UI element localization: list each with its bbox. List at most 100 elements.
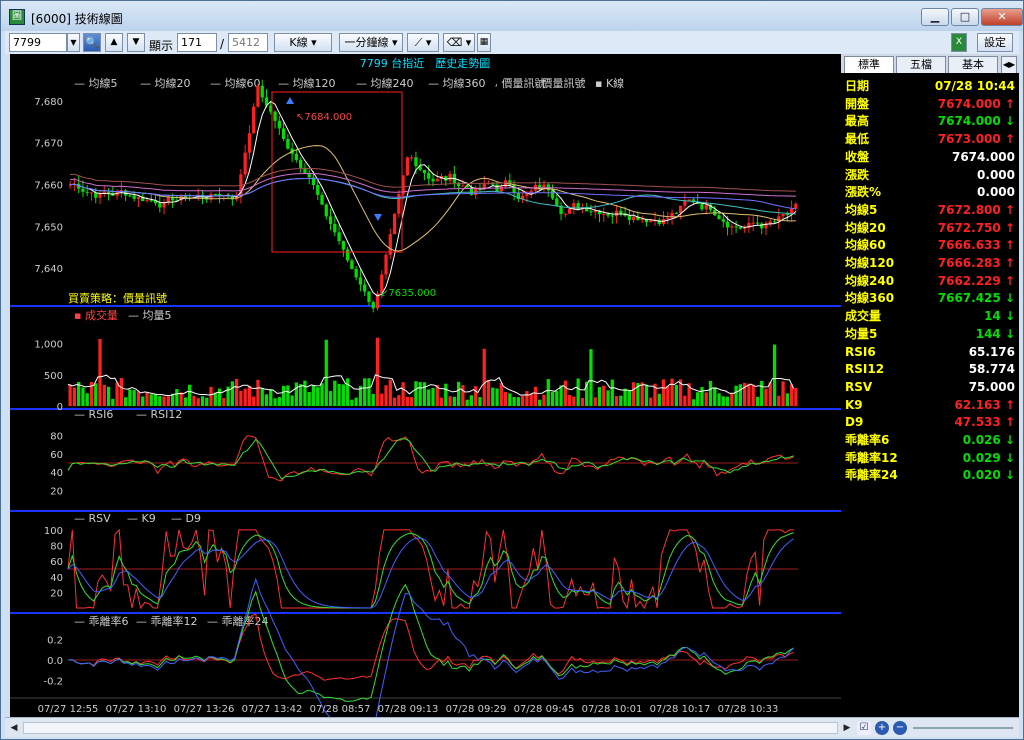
volume-bar bbox=[474, 386, 478, 406]
volume-bar bbox=[751, 384, 755, 406]
candle-body bbox=[794, 203, 798, 209]
chart-app-icon: 圖 bbox=[9, 9, 25, 25]
candle-body bbox=[563, 213, 567, 215]
quote-label: RSV bbox=[845, 379, 873, 394]
title-bar[interactable]: 圖 [6000] 技術線圖 ▁ □ ✕ bbox=[1, 1, 1023, 31]
candle-body bbox=[435, 179, 439, 182]
candle-body bbox=[281, 128, 286, 139]
volume-bar bbox=[418, 382, 422, 406]
volume-bar bbox=[350, 399, 354, 406]
tab-scroll-icon[interactable]: ◀▶ bbox=[1001, 56, 1017, 73]
volume-bar bbox=[666, 385, 670, 406]
candle-body bbox=[606, 213, 610, 216]
arrow-down-button[interactable]: ▼ bbox=[127, 33, 145, 52]
volume-bar bbox=[623, 388, 627, 406]
quote-label: 最低 bbox=[845, 132, 870, 147]
arrow-up-button[interactable]: ▲ bbox=[105, 33, 123, 52]
volume-bar bbox=[230, 381, 234, 406]
candle-body bbox=[410, 157, 414, 159]
draw-line-icon[interactable]: ⟋ ▾ bbox=[407, 33, 439, 52]
quote-label: 均線60 bbox=[845, 238, 886, 253]
eraser-icon[interactable]: ⌫ ▾ bbox=[443, 33, 475, 52]
tab-basic[interactable]: 基本 bbox=[948, 56, 998, 73]
zoom-out-icon[interactable]: − bbox=[893, 721, 907, 735]
volume-bar bbox=[188, 384, 192, 406]
volume-bar bbox=[533, 386, 538, 406]
kline-label: K線 bbox=[289, 36, 308, 49]
volume-bar bbox=[508, 393, 512, 406]
volume-bar bbox=[145, 391, 149, 406]
legend-main-item: ▪ K線 bbox=[595, 76, 624, 90]
display-count-input[interactable]: 171 bbox=[177, 33, 217, 52]
symbol-select[interactable]: 7799 bbox=[9, 33, 67, 52]
zoom-in-icon[interactable]: + bbox=[875, 721, 889, 735]
candle-body bbox=[738, 227, 743, 229]
volume-bar bbox=[252, 396, 256, 406]
volume-bar bbox=[222, 398, 226, 406]
scroll-left-icon[interactable]: ◀ bbox=[7, 720, 21, 736]
volume-bar bbox=[68, 384, 72, 406]
quote-row: K9 62.163 ↑ bbox=[845, 397, 1015, 414]
volume-bar bbox=[755, 396, 760, 406]
maximize-button[interactable]: □ bbox=[951, 8, 979, 26]
quote-label: 均線120 bbox=[845, 256, 895, 270]
candle-body bbox=[576, 203, 580, 210]
volume-bar bbox=[132, 390, 136, 406]
quote-value: 7674.000 bbox=[951, 149, 1015, 164]
volume-bar bbox=[162, 396, 166, 406]
price-tick-label: 7,670 bbox=[34, 139, 63, 150]
candle-body bbox=[632, 216, 636, 221]
minimize-button[interactable]: ▁ bbox=[921, 8, 949, 26]
candle-body bbox=[294, 153, 299, 160]
symbol-dropdown-icon[interactable]: ▼ bbox=[67, 33, 80, 52]
volume-bar bbox=[410, 397, 414, 406]
technical-chart[interactable]: 7799 台指近 歷史走勢圖 — 均線5 — 均線20 — 均線60 — 均線120 — … bbox=[10, 54, 841, 740]
volume-bar bbox=[452, 396, 456, 406]
volume-bar bbox=[149, 394, 153, 406]
chart-area[interactable]: 7799 台指近 歷史走勢圖 — 均線5 — 均線20 — 均線60 — 均線120 — … bbox=[10, 54, 841, 740]
search-icon[interactable]: 🔍 bbox=[83, 33, 101, 52]
volume-bar bbox=[491, 387, 495, 406]
quote-value: 7674.000 ↓ bbox=[937, 114, 1015, 129]
quote-label: 乖離率6 bbox=[845, 433, 890, 447]
close-button[interactable]: ✕ bbox=[981, 8, 1023, 26]
settings-button[interactable]: 設定 bbox=[977, 33, 1013, 52]
volume-bar bbox=[674, 384, 678, 406]
time-tick-label: 07/28 09:13 bbox=[378, 704, 439, 715]
candle-body bbox=[755, 222, 760, 224]
tab-five-level[interactable]: 五檔 bbox=[896, 56, 946, 73]
volume-bar bbox=[119, 378, 123, 406]
time-tick-label: 07/27 13:10 bbox=[106, 704, 167, 715]
candle-body bbox=[324, 204, 328, 217]
buy-signal-icon bbox=[286, 97, 294, 104]
volume-bar bbox=[764, 388, 768, 406]
kline-button[interactable]: K線 ▾ bbox=[274, 33, 332, 52]
period-button[interactable]: 一分鐘線 ▾ bbox=[339, 33, 403, 52]
osc-tick-label: 40 bbox=[50, 468, 63, 479]
candle-body bbox=[337, 232, 341, 242]
candle-body bbox=[448, 173, 452, 181]
excel-icon[interactable]: X bbox=[951, 33, 967, 52]
checkbox-icon[interactable]: ☑ bbox=[857, 721, 871, 735]
candle-body bbox=[354, 268, 358, 278]
quote-row: 日期 07/28 10:44 bbox=[845, 78, 1015, 95]
scroll-right-icon[interactable]: ▶ bbox=[840, 720, 854, 736]
zoom-slider[interactable] bbox=[913, 727, 1013, 729]
candle-body bbox=[619, 210, 623, 214]
horizontal-scrollbar[interactable] bbox=[23, 722, 838, 734]
grid-icon[interactable]: ▦ bbox=[477, 33, 491, 52]
quote-label: RSI6 bbox=[845, 344, 876, 359]
candle-body bbox=[743, 228, 747, 230]
volume-bar bbox=[166, 396, 170, 406]
time-tick-label: 07/28 09:29 bbox=[446, 704, 507, 715]
quote-label: 乖離率12 bbox=[845, 450, 898, 465]
quote-label: 成交量 bbox=[845, 309, 882, 324]
tab-standard[interactable]: 標準 bbox=[844, 56, 894, 73]
quote-label: RSI12 bbox=[845, 362, 885, 377]
volume-bar bbox=[747, 383, 751, 406]
candle-body bbox=[316, 185, 320, 195]
price-tick-label: 7,650 bbox=[34, 222, 63, 233]
volume-bar bbox=[234, 378, 239, 406]
volume-bar bbox=[512, 397, 516, 406]
volume-bar bbox=[456, 381, 461, 406]
